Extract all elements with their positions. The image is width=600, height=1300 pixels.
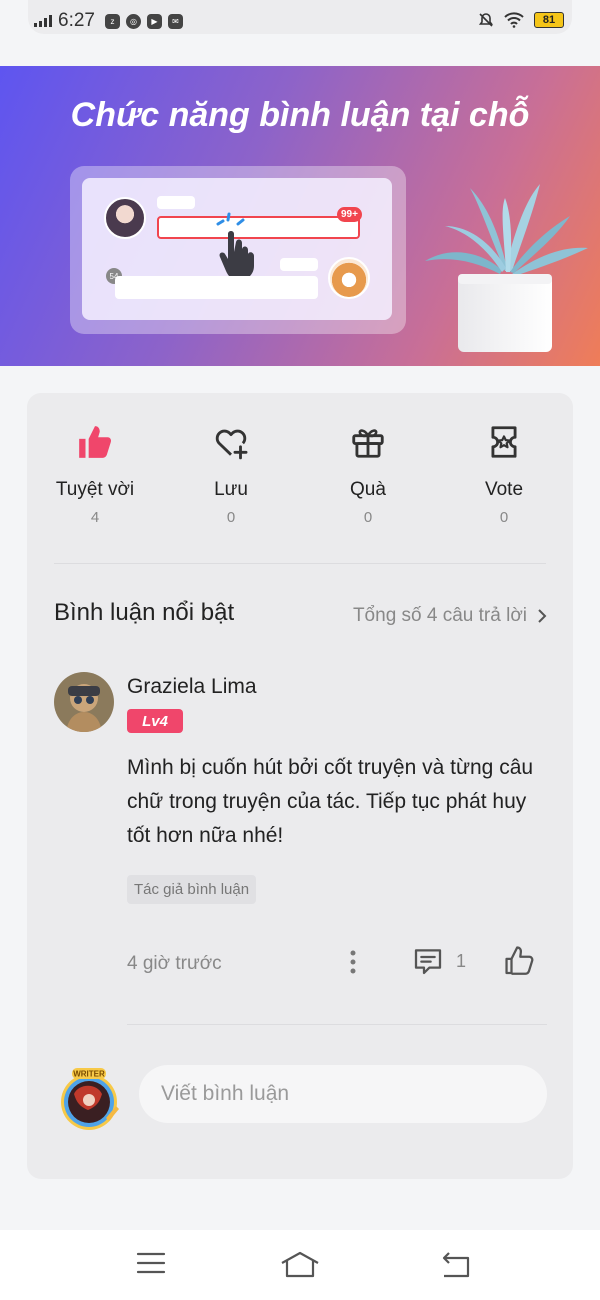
thumbs-up-icon — [79, 426, 112, 458]
home-icon[interactable] — [280, 1250, 320, 1278]
gift-icon — [352, 429, 384, 458]
featured-comments-title: Bình luận nổi bật — [54, 599, 235, 626]
commenter-avatar[interactable] — [54, 672, 114, 732]
chrome-icon: ◎ — [125, 13, 141, 29]
action-gift[interactable]: Quà 0 — [300, 423, 436, 526]
menu-icon[interactable] — [136, 1250, 166, 1276]
back-icon[interactable] — [440, 1250, 472, 1278]
clock: 6:27 — [58, 10, 95, 31]
action-count: 0 — [226, 509, 236, 526]
anime-avatar-illustration — [104, 197, 146, 239]
total-replies-link[interactable]: Tổng số 4 câu trả lời — [353, 605, 547, 627]
chevron-right-icon — [538, 609, 547, 623]
wifi-icon — [504, 12, 524, 28]
level-badge: Lv4 — [127, 709, 183, 733]
system-nav-bar — [0, 1230, 600, 1300]
action-label: Tuyệt vời — [55, 479, 135, 500]
comment-time: 4 giờ trước — [127, 953, 222, 974]
bell-off-icon — [478, 13, 494, 27]
my-avatar[interactable]: WRITER — [54, 1064, 124, 1132]
action-awesome[interactable]: Tuyệt vời 4 — [27, 423, 163, 526]
comment-text: Mình bị cuốn hút bởi cốt truyện và từng … — [127, 756, 534, 847]
divider — [54, 563, 546, 564]
status-right: 81 — [478, 12, 564, 28]
zalo-icon: z — [104, 13, 120, 29]
action-count: 0 — [363, 509, 373, 526]
reply-count: 1 — [456, 950, 467, 971]
writer-badge-text: WRITER — [73, 1070, 105, 1079]
shiba-avatar-illustration — [328, 257, 370, 299]
action-count: 4 — [90, 509, 100, 526]
action-label: Vote — [484, 479, 524, 500]
signal-icon — [34, 15, 52, 27]
comment-input[interactable] — [139, 1065, 547, 1123]
comment-icon — [414, 949, 442, 975]
banner-title: Chức năng bình luận tại chỗ — [70, 96, 530, 134]
status-bar: 6:27 z ◎ ▶ ✉ 81 — [28, 0, 572, 34]
author-comment-tag: Tác giả bình luận — [127, 875, 257, 904]
heart-plus-icon — [215, 429, 248, 460]
mock-badge: 99+ — [337, 207, 362, 222]
action-vote[interactable]: Vote 0 — [436, 423, 572, 526]
action-row: Tuyệt vời 4 Lưu 0 Quà 0 Vote 0 — [27, 423, 573, 533]
status-left: 6:27 z ◎ ▶ ✉ — [34, 10, 183, 32]
hand-pointer-icon — [216, 212, 254, 278]
total-replies-label: Tổng số 4 câu trả lời — [352, 605, 527, 626]
banner-illustration: 99+ 54 — [70, 166, 406, 334]
feature-banner[interactable]: Chức năng bình luận tại chỗ 99+ 54 — [0, 66, 600, 366]
gmail-icon: ✉ — [167, 13, 183, 29]
thumbs-up-outline-icon[interactable] — [503, 944, 537, 978]
vote-ticket-icon — [491, 426, 517, 458]
action-label: Quà — [350, 479, 386, 500]
youtube-icon: ▶ — [146, 13, 162, 29]
story-interaction-card: Tuyệt vời 4 Lưu 0 Quà 0 Vote 0 Bình luận… — [27, 393, 573, 1179]
divider — [127, 1024, 547, 1025]
reply-button[interactable]: 1 — [412, 945, 466, 977]
action-save[interactable]: Lưu 0 — [163, 423, 299, 526]
plant-illustration — [425, 184, 588, 352]
action-count: 0 — [499, 509, 509, 526]
action-label: Lưu — [214, 479, 248, 500]
more-vertical-icon[interactable] — [349, 949, 357, 975]
battery-icon: 81 — [534, 12, 564, 28]
commenter-name[interactable]: Graziela Lima — [127, 675, 257, 699]
